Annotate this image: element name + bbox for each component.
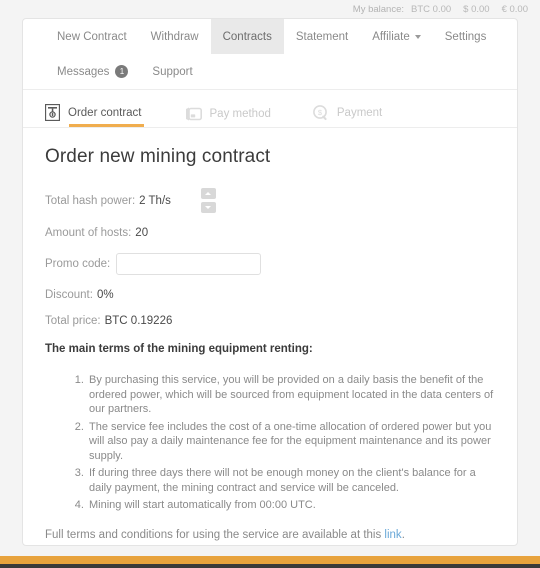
- nav-label: New Contract: [57, 30, 127, 43]
- discount-value: 0%: [96, 289, 114, 301]
- terms-link[interactable]: link: [384, 529, 401, 541]
- stepper-increment-button[interactable]: [200, 188, 216, 199]
- active-step-underline: [69, 124, 144, 127]
- total-price-label: Total price:: [45, 315, 101, 327]
- step-order-contract[interactable]: Order contract: [45, 104, 144, 127]
- nav-label: Affiliate: [372, 30, 410, 43]
- svg-text:$: $: [318, 108, 323, 117]
- footer-dark-line: [0, 564, 540, 568]
- messages-count-badge: 1: [115, 65, 129, 78]
- step-payment[interactable]: $ Payment: [312, 105, 383, 127]
- main-navigation: New Contract Withdraw Contracts Statemen…: [23, 19, 517, 90]
- nav-item-statement[interactable]: Statement: [284, 19, 360, 54]
- hosts-value: 20: [135, 227, 149, 239]
- terms-list: By purchasing this service, you will be …: [45, 373, 495, 513]
- list-item: If during three days there will not be e…: [87, 466, 495, 495]
- triangle-down-icon: [205, 206, 212, 209]
- balance-usd: $ 0.00: [463, 3, 490, 15]
- hash-power-label: Total hash power:: [45, 194, 136, 207]
- promo-code-row: Promo code:: [45, 253, 495, 275]
- hosts-label: Amount of hosts:: [45, 227, 132, 239]
- nav-item-settings[interactable]: Settings: [433, 19, 499, 54]
- terms-heading: The main terms of the mining equipment r…: [45, 343, 313, 355]
- discount-label: Discount:: [45, 289, 93, 301]
- nav-label: Settings: [444, 30, 487, 43]
- balance-eur: € 0.00: [501, 3, 528, 15]
- hash-power-row: Total hash power: 2 Th/s: [45, 188, 495, 213]
- main-panel: New Contract Withdraw Contracts Statemen…: [22, 18, 518, 568]
- nav-row-primary: New Contract Withdraw Contracts Statemen…: [23, 19, 517, 54]
- list-item: By purchasing this service, you will be …: [87, 373, 495, 417]
- page-title: Order new mining contract: [45, 146, 271, 167]
- hash-power-stepper[interactable]: [200, 188, 216, 213]
- balance-label: My balance:: [352, 3, 405, 15]
- balance-btc: BTC 0.00: [411, 3, 452, 15]
- step-tabs: Order contract Pay method $ Payment: [23, 90, 517, 128]
- full-terms-suffix: .: [401, 528, 405, 541]
- list-item: Mining will start automatically from 00:…: [87, 498, 495, 513]
- nav-row-secondary: Messages 1 Support: [23, 54, 517, 89]
- chevron-down-icon: [414, 34, 421, 39]
- payment-search-icon: $: [312, 105, 329, 121]
- nav-item-support[interactable]: Support: [140, 54, 204, 89]
- page-root: My balance: BTC 0.00 $ 0.00 € 0.00 New C…: [0, 0, 540, 568]
- step-label: Pay method: [209, 108, 271, 120]
- step-pay-method[interactable]: Pay method: [184, 107, 271, 127]
- total-price-value: BTC 0.19226: [104, 315, 173, 327]
- nav-label: Withdraw: [150, 30, 199, 43]
- nav-label: Support: [152, 65, 193, 78]
- hosts-row: Amount of hosts: 20: [45, 227, 495, 239]
- stepper-decrement-button[interactable]: [200, 202, 216, 213]
- contract-icon: [45, 104, 60, 121]
- nav-label: Messages: [57, 65, 110, 78]
- credit-card-icon: [184, 107, 202, 121]
- balance-bar: My balance: BTC 0.00 $ 0.00 € 0.00: [0, 0, 540, 18]
- step-label: Payment: [336, 107, 383, 119]
- nav-item-affiliate[interactable]: Affiliate: [360, 19, 433, 54]
- list-item: The service fee includes the cost of a o…: [87, 420, 495, 464]
- promo-code-label: Promo code:: [45, 258, 111, 270]
- total-price-row: Total price: BTC 0.19226: [45, 315, 495, 327]
- nav-item-withdraw[interactable]: Withdraw: [139, 19, 211, 54]
- triangle-up-icon: [205, 192, 212, 195]
- promo-code-input[interactable]: [116, 253, 262, 275]
- step-label: Order contract: [68, 106, 142, 119]
- order-form: Order new mining contract Total hash pow…: [23, 128, 517, 568]
- full-terms-prefix: Full terms and conditions for using the …: [45, 528, 385, 541]
- full-terms-text: Full terms and conditions for using the …: [45, 529, 495, 541]
- nav-item-messages[interactable]: Messages 1: [45, 54, 140, 89]
- nav-label: Statement: [295, 30, 349, 43]
- footer-accent-bar: [0, 556, 540, 564]
- discount-row: Discount: 0%: [45, 289, 495, 301]
- nav-item-new-contract[interactable]: New Contract: [45, 19, 139, 54]
- nav-label: Contracts: [222, 30, 272, 43]
- nav-item-contracts[interactable]: Contracts: [210, 19, 284, 54]
- hash-power-value: 2 Th/s: [139, 194, 171, 207]
